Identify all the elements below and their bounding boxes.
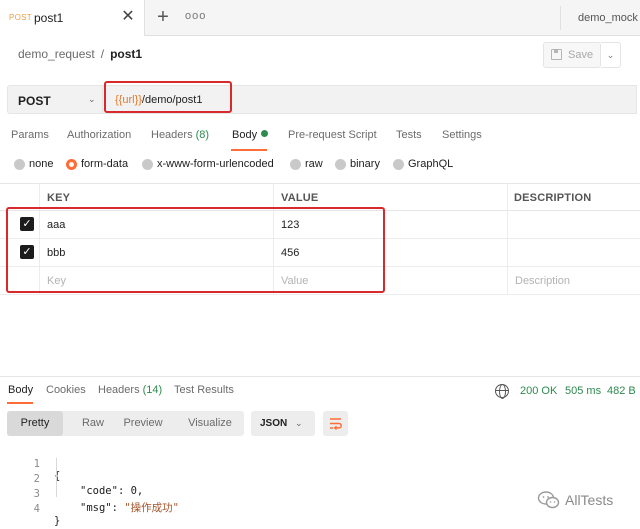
method-label: POST — [18, 94, 51, 108]
wechat-logo-icon — [537, 491, 560, 509]
environment-selector[interactable]: demo_mock — [578, 12, 638, 24]
save-icon — [551, 49, 562, 60]
response-tab-headers[interactable]: Headers (14) — [98, 384, 162, 396]
watermark-text: AllTests — [565, 492, 614, 508]
tab-method-badge: POST — [9, 13, 32, 22]
json-separator: : — [117, 485, 131, 497]
tab-headers-label: Headers — [151, 129, 193, 141]
code-line: 1 { — [0, 446, 61, 482]
view-raw-button[interactable]: Raw — [63, 411, 123, 436]
wrap-lines-icon — [330, 418, 342, 430]
response-size[interactable]: 482 B — [607, 385, 636, 397]
radio-icon — [393, 159, 404, 170]
radio-label: none — [29, 158, 54, 170]
radio-icon — [290, 159, 301, 170]
column-key: KEY — [47, 192, 71, 204]
chevron-down-icon: ⌄ — [88, 94, 96, 104]
tab-settings[interactable]: Settings — [442, 129, 482, 141]
tab-tests[interactable]: Tests — [396, 129, 422, 141]
radio-label: binary — [350, 158, 380, 170]
url-highlight-box — [104, 81, 232, 113]
breadcrumb: demo_request / post1 — [18, 47, 142, 61]
response-tab-body[interactable]: Body — [8, 384, 33, 396]
bracket-guide — [56, 458, 57, 497]
code-line: 4 } — [0, 491, 61, 527]
view-visualize-button[interactable]: Visualize — [181, 411, 239, 436]
json-key: "code" — [80, 485, 118, 497]
view-pretty-button[interactable]: Pretty — [7, 411, 63, 436]
response-divider[interactable] — [0, 376, 640, 377]
tab-title: post1 — [34, 11, 64, 25]
radio-selected-icon — [66, 159, 77, 170]
tab-prerequest-script[interactable]: Pre-request Script — [288, 129, 377, 141]
code-text: "code": 0, — [80, 485, 143, 497]
response-tab-test-results[interactable]: Test Results — [174, 384, 234, 396]
active-tab-indicator — [7, 402, 33, 404]
tab-authorization[interactable]: Authorization — [67, 129, 131, 141]
format-select[interactable]: JSON ⌄ — [251, 411, 315, 436]
response-tab-headers-label: Headers — [98, 384, 140, 396]
response-headers-count: (14) — [142, 384, 163, 396]
description-placeholder[interactable]: Description — [515, 275, 570, 287]
close-icon[interactable]: ✕ — [121, 8, 135, 26]
table-highlight-box — [6, 207, 385, 293]
more-options-icon[interactable]: ooo — [185, 10, 206, 22]
line-number: 1 — [33, 458, 40, 470]
method-select[interactable]: POST ⌄ — [7, 85, 103, 114]
json-comma: , — [136, 485, 144, 497]
json-key: "msg" — [80, 502, 112, 514]
code-line: 3 "msg": "操作成功" — [0, 476, 179, 514]
line-number: 4 — [33, 503, 40, 515]
radio-icon — [14, 159, 25, 170]
json-value: "操作成功" — [124, 502, 179, 514]
view-mode-segmented: Pretty Raw Preview Visualize — [7, 411, 244, 436]
globe-icon[interactable] — [495, 384, 509, 399]
column-value: VALUE — [281, 192, 319, 204]
save-dropdown-button[interactable]: ⌄ — [601, 42, 621, 68]
code-text: "msg": "操作成功" — [80, 500, 179, 515]
code-text: } — [54, 515, 61, 527]
breadcrumb-request[interactable]: post1 — [110, 47, 142, 61]
radio-icon — [335, 159, 346, 170]
tab-params[interactable]: Params — [11, 129, 49, 141]
radio-label: GraphQL — [408, 158, 454, 170]
line-number: 3 — [33, 488, 40, 500]
tab-body-label: Body — [232, 129, 258, 141]
column-description: DESCRIPTION — [514, 192, 592, 204]
radio-icon — [142, 159, 153, 170]
format-label: JSON — [260, 418, 288, 429]
tab-headers-count: (8) — [195, 129, 210, 141]
active-tab-indicator — [231, 149, 267, 151]
request-tabs: Params Authorization Headers (8) Body Pr… — [0, 127, 640, 153]
line-number: 2 — [33, 473, 40, 485]
chevron-down-icon: ⌄ — [295, 418, 303, 428]
tab-body[interactable]: Body — [232, 129, 269, 141]
tab-strip: POST post1 ✕ + ooo demo_mock — [0, 0, 640, 36]
add-tab-icon[interactable]: + — [155, 6, 171, 28]
tab-headers[interactable]: Headers (8) — [151, 129, 209, 141]
tab-post1[interactable]: POST post1 ✕ — [0, 0, 145, 36]
column-divider — [507, 183, 508, 294]
radio-label: x-www-form-urlencoded — [157, 158, 274, 170]
divider — [560, 6, 561, 30]
breadcrumb-collection[interactable]: demo_request — [18, 47, 95, 61]
active-dot-icon — [261, 130, 269, 137]
response-status[interactable]: 200 OK — [520, 385, 557, 397]
code-text: { — [54, 470, 61, 482]
radio-label: form-data — [81, 158, 129, 170]
code-line: 2 "code": 0, — [0, 461, 144, 497]
radio-label: raw — [305, 158, 323, 170]
breadcrumb-separator: / — [100, 47, 105, 61]
wrap-lines-button[interactable] — [323, 411, 348, 436]
view-preview-button[interactable]: Preview — [119, 411, 167, 436]
response-time[interactable]: 505 ms — [565, 385, 601, 397]
response-tab-cookies[interactable]: Cookies — [46, 384, 86, 396]
json-separator: : — [111, 502, 125, 514]
body-type-radios: none form-data x-www-form-urlencoded raw… — [0, 157, 640, 175]
